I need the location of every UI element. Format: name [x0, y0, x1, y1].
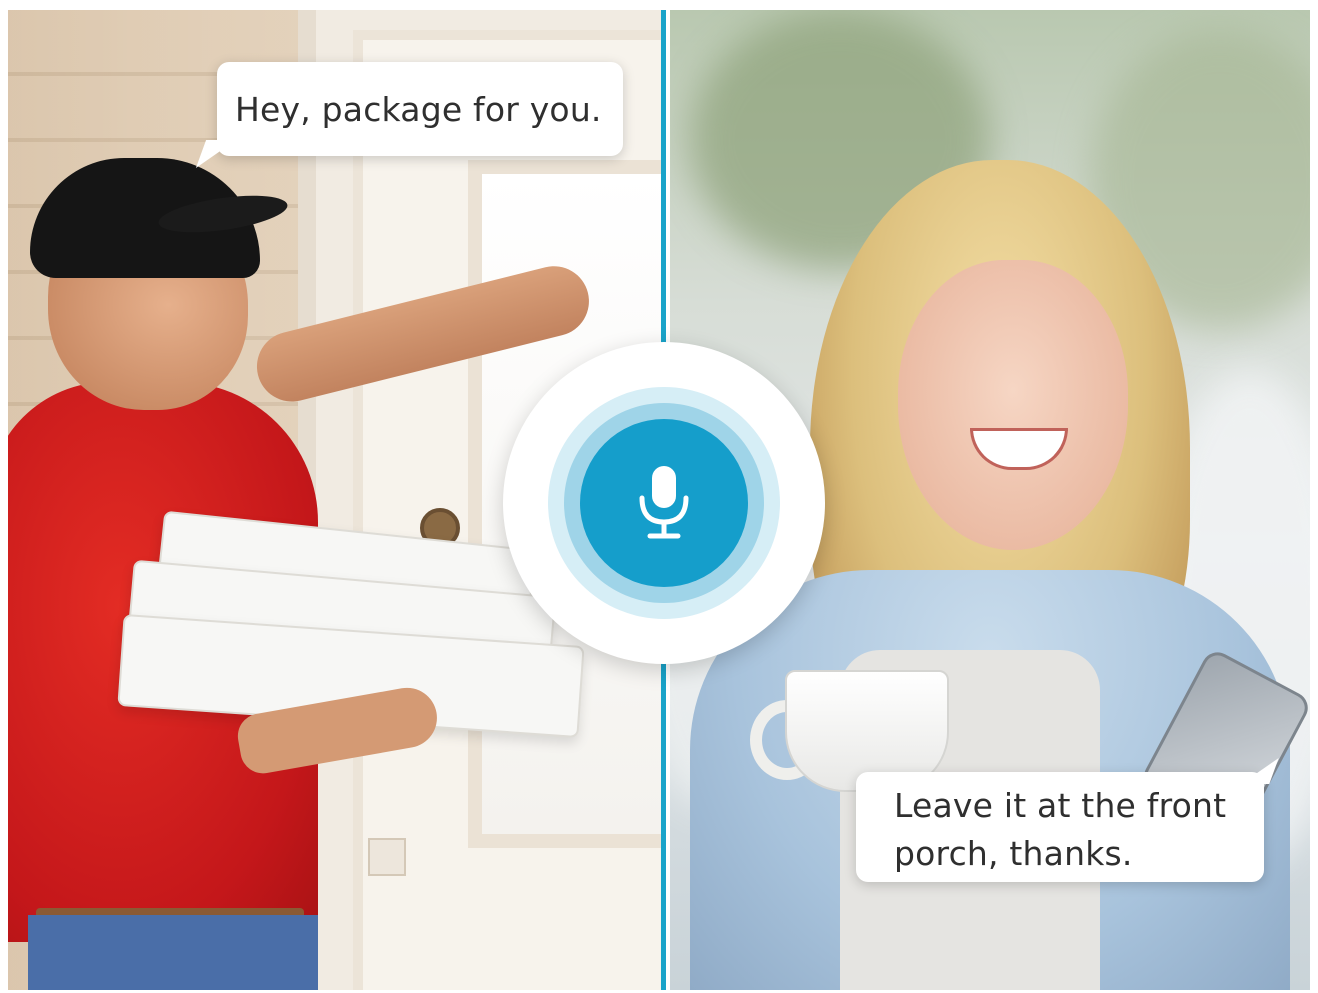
- woman-face: [898, 260, 1128, 550]
- microphone-icon: [639, 466, 689, 539]
- resident-speech-line-2: porch, thanks.: [894, 834, 1133, 873]
- courier-speech-text: Hey, package for you.: [235, 89, 602, 129]
- door-lock: [368, 838, 406, 876]
- courier-speech-bubble: Hey, package for you.: [195, 62, 623, 168]
- courier-jeans: [28, 915, 318, 990]
- resident-speech-line-1: Leave it at the front: [894, 786, 1227, 825]
- resident-speech-bubble: Leave it at the front porch, thanks.: [856, 758, 1279, 882]
- split-scene: Hey, package for you. Leave it at the fr…: [0, 0, 1318, 993]
- mic-core: [580, 419, 748, 587]
